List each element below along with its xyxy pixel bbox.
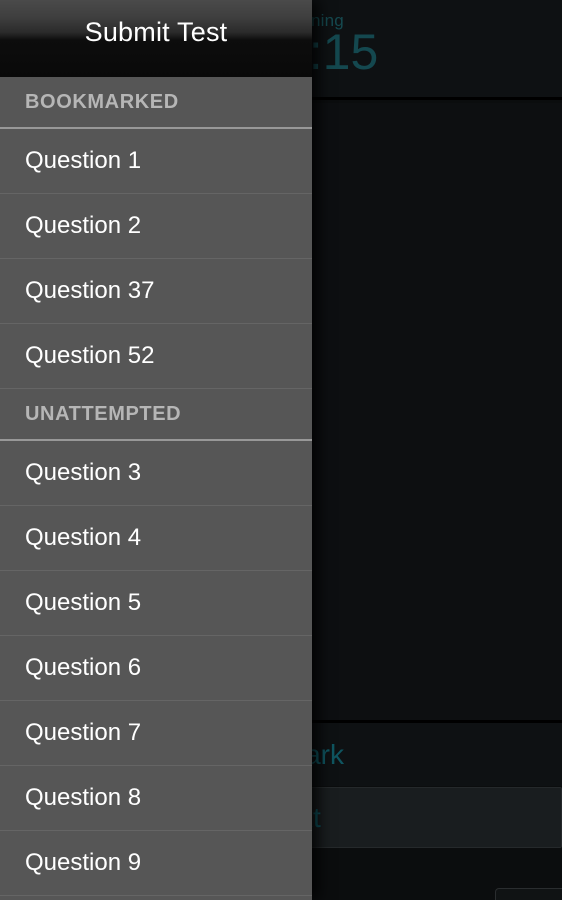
question-list-item[interactable]: Question 37 bbox=[0, 259, 312, 324]
question-list-item[interactable]: Question 4 bbox=[0, 506, 312, 571]
question-list-item[interactable]: Question 6 bbox=[0, 636, 312, 701]
submit-test-button[interactable]: Submit Test bbox=[85, 17, 228, 48]
question-navigation-drawer: Submit Test BOOKMARKED Question 1 Question… bbox=[0, 0, 312, 900]
answer-option-stub[interactable] bbox=[495, 888, 562, 900]
question-list-item[interactable]: Question 5 bbox=[0, 571, 312, 636]
question-list-item[interactable]: Question 8 bbox=[0, 766, 312, 831]
drawer-header[interactable]: Submit Test bbox=[0, 0, 312, 77]
question-list-item[interactable]: Question 52 bbox=[0, 324, 312, 389]
question-list[interactable]: BOOKMARKED Question 1 Question 2 Question 3… bbox=[0, 77, 312, 900]
question-list-item[interactable]: Question 2 bbox=[0, 194, 312, 259]
question-list-item[interactable]: Question 7 bbox=[0, 701, 312, 766]
app-root: Time Remaining 02:59:15 st effective wor… bbox=[0, 0, 562, 900]
question-list-item[interactable]: Question 3 bbox=[0, 441, 312, 506]
section-header-bookmarked: BOOKMARKED bbox=[0, 77, 312, 127]
question-list-item[interactable]: Question 1 bbox=[0, 129, 312, 194]
question-list-item[interactable]: Question 9 bbox=[0, 831, 312, 896]
section-header-unattempted: UNATTEMPTED bbox=[0, 389, 312, 439]
